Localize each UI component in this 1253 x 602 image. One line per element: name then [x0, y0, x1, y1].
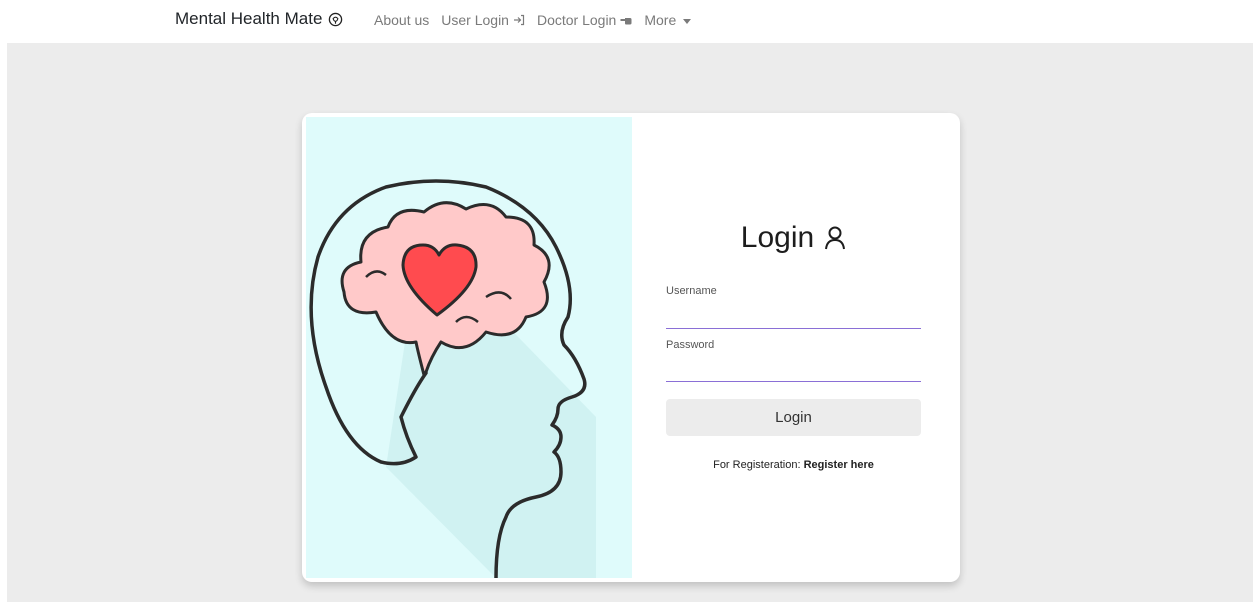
nav-user-login-label: User Login — [441, 12, 509, 28]
register-prompt: For Registeration: Register here — [666, 459, 921, 471]
username-input[interactable] — [666, 309, 921, 329]
login-button[interactable]: Login — [666, 399, 921, 436]
register-prefix: For Registeration: — [713, 459, 801, 471]
nav-about-us[interactable]: About us — [374, 12, 429, 28]
password-label: Password — [666, 339, 715, 351]
nav-about-us-label: About us — [374, 12, 430, 28]
sign-in-icon — [513, 14, 525, 26]
nav-doctor-login[interactable]: Doctor Login — [537, 12, 632, 28]
navbar: Mental Health Mate About us User Login D… — [0, 0, 1253, 43]
hand-pointing-icon — [620, 18, 632, 25]
illustration-panel — [306, 117, 632, 578]
nav-user-login[interactable]: User Login — [441, 12, 525, 28]
nav-more-dropdown[interactable]: More — [644, 12, 692, 28]
nav-doctor-login-label: Doctor Login — [536, 12, 617, 28]
caret-down-icon — [683, 18, 692, 24]
register-link[interactable]: Register here — [804, 459, 874, 471]
head-brain-heart-illustration — [309, 179, 596, 578]
password-input[interactable] — [666, 362, 921, 382]
nav-links: About us User Login Doctor Login More — [374, 12, 692, 28]
login-form: Login Username Password Login For Regist… — [666, 113, 921, 582]
brand[interactable]: Mental Health Mate — [175, 9, 343, 29]
brain-head-icon — [329, 12, 343, 26]
user-icon — [825, 226, 846, 250]
login-card: Login Username Password Login For Regist… — [302, 113, 960, 582]
brand-name: Mental Health Mate — [175, 9, 323, 28]
login-heading-text: Login — [740, 221, 815, 254]
nav-more-label: More — [644, 12, 677, 28]
login-heading: Login — [666, 221, 921, 255]
username-label: Username — [666, 285, 717, 297]
